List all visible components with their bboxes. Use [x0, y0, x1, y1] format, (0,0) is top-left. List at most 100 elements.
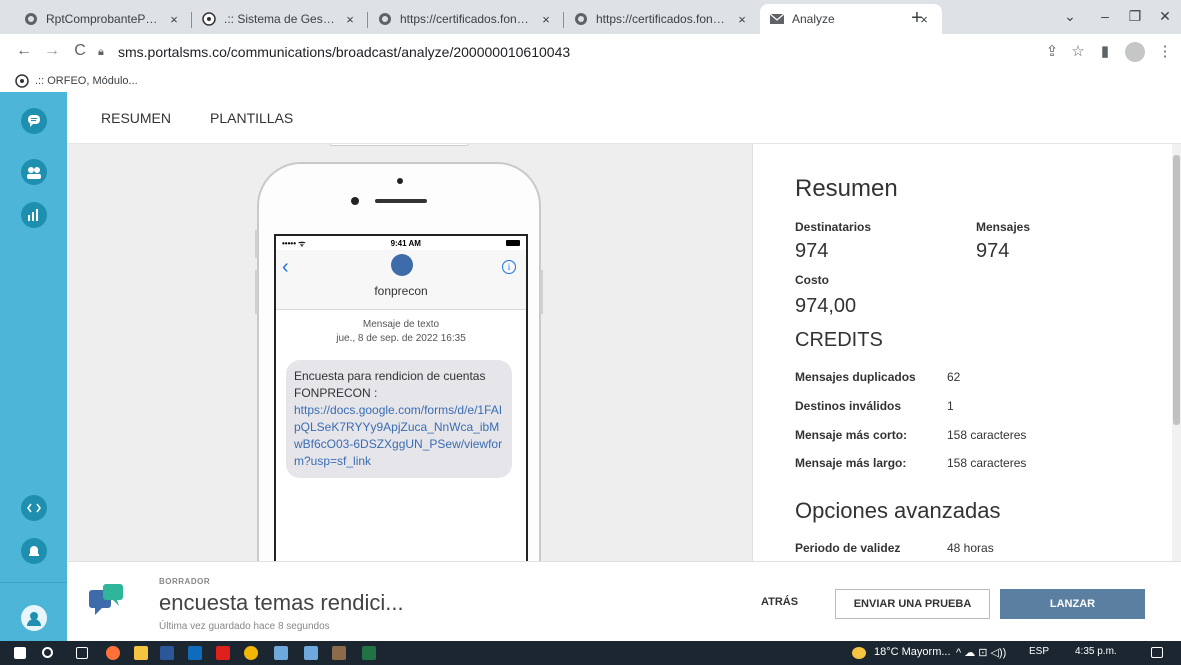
info-icon: i	[502, 260, 516, 274]
reports-chart-icon[interactable]	[21, 202, 47, 228]
launch-button[interactable]: LANZAR	[1000, 589, 1145, 619]
tab-title: .:: Sistema de Gestión Docu	[224, 12, 336, 26]
validity-value: 48 horas	[947, 541, 994, 555]
windows-start-icon[interactable]	[14, 647, 26, 659]
user-account-icon[interactable]	[21, 605, 47, 631]
validity-label: Periodo de validez	[795, 541, 901, 555]
weather-icon	[852, 647, 866, 659]
sidebar-divider	[0, 582, 67, 583]
tab-search-icon[interactable]: ⌄	[1055, 6, 1085, 26]
weather-text[interactable]: 18°C Mayorm...	[874, 646, 951, 658]
phone-button	[255, 230, 258, 258]
bookmarks-bar: .:: ORFEO, Módulo...	[0, 70, 1181, 92]
tab-plantillas[interactable]: PLANTILLAS	[210, 110, 293, 126]
orfeo-icon	[202, 12, 216, 26]
side-panel-icon[interactable]: ▮	[1095, 42, 1115, 60]
firefox-icon[interactable]	[106, 646, 120, 660]
phone-time: 9:41 AM	[390, 238, 421, 248]
invalid-label: Destinos inválidos	[795, 399, 902, 413]
language-indicator[interactable]: ESP	[1029, 646, 1049, 657]
messages-label: Mensajes	[976, 220, 1031, 234]
messages-icon[interactable]	[21, 108, 47, 134]
bookmark-orfeo[interactable]: .:: ORFEO, Módulo...	[35, 75, 138, 87]
signal-indicator: ••••• ᯤ	[282, 238, 306, 248]
search-icon[interactable]	[42, 647, 53, 658]
chrome-icon[interactable]	[244, 646, 258, 660]
app-icon[interactable]	[274, 646, 288, 660]
minimize-button[interactable]: –	[1090, 6, 1120, 26]
contacts-icon[interactable]	[21, 159, 47, 185]
reload-icon[interactable]: C	[70, 42, 90, 60]
close-tab-icon[interactable]: ×	[342, 12, 358, 27]
browser-tab-strip: RptComprobantePago × .:: Sistema de Gest…	[0, 0, 1181, 34]
close-tab-icon[interactable]: ×	[166, 12, 182, 27]
back-arrow-icon[interactable]: ←	[14, 42, 34, 60]
file-explorer-icon[interactable]	[134, 646, 148, 660]
duplicates-label: Mensajes duplicados	[795, 370, 916, 384]
globe-icon	[24, 12, 38, 26]
phone-camera	[351, 197, 359, 205]
phone-speaker	[375, 199, 427, 203]
new-tab-button[interactable]: +	[904, 6, 930, 32]
globe-icon	[378, 12, 392, 26]
system-tray-icons[interactable]: ^ ☁ ⊡ ◁))	[956, 646, 1006, 659]
advanced-options-title: Opciones avanzadas	[795, 498, 1001, 523]
notification-center-icon[interactable]	[1151, 647, 1163, 658]
draft-status-label: BORRADOR	[159, 577, 211, 586]
share-icon[interactable]: ⇪	[1042, 42, 1062, 60]
notifications-bell-icon[interactable]	[21, 538, 47, 564]
outlook-icon[interactable]	[188, 646, 202, 660]
browser-tab-2[interactable]: .:: Sistema de Gestión Docu ×	[192, 4, 368, 34]
tab-title: https://certificados.fonprec	[596, 12, 728, 26]
bookmark-star-icon[interactable]: ☆	[1068, 42, 1088, 60]
shortest-value: 158 caracteres	[947, 428, 1027, 442]
app-icon[interactable]	[304, 646, 318, 660]
app-icon[interactable]	[332, 646, 346, 660]
shortest-label: Mensaje más corto:	[795, 428, 908, 442]
url-text: sms.portalsms.co/communications/broadcas…	[118, 44, 571, 60]
message-date: jue., 8 de sep. de 2022 16:35	[336, 333, 466, 344]
clock[interactable]: 4:35 p.m.	[1075, 646, 1117, 657]
code-icon[interactable]	[21, 495, 47, 521]
close-window-button[interactable]: ✕	[1150, 6, 1180, 26]
back-button[interactable]: ATRÁS	[761, 596, 798, 608]
app-sidebar	[0, 92, 67, 641]
sender-name: fonprecon	[374, 284, 428, 298]
close-tab-icon[interactable]: ×	[734, 12, 750, 27]
tab-resumen[interactable]: RESUMEN	[101, 110, 171, 126]
phone-status-bar: ••••• ᯤ 9:41 AM	[276, 236, 526, 250]
browser-tab-3[interactable]: https://certificados.fonprec ×	[368, 4, 564, 34]
campaign-action-bar: BORRADOR encuesta temas rendici... Últim…	[67, 561, 1181, 641]
maximize-button[interactable]: ❐	[1120, 6, 1150, 26]
envelope-icon	[770, 12, 784, 26]
lock-icon: 🔒︎	[98, 45, 104, 58]
campaign-chat-icon	[89, 584, 123, 616]
messages-value: 974	[976, 240, 1010, 262]
acrobat-icon[interactable]	[216, 646, 230, 660]
duplicates-value: 62	[947, 370, 961, 384]
menu-icon[interactable]: ⋮	[1155, 42, 1175, 60]
word-icon[interactable]	[160, 646, 174, 660]
close-tab-icon[interactable]: ×	[538, 12, 554, 27]
cost-value: 974,00	[795, 295, 857, 317]
forward-arrow-icon[interactable]: →	[42, 42, 62, 60]
phone-button	[255, 270, 258, 314]
campaign-title[interactable]: encuesta temas rendici...	[159, 590, 404, 616]
send-test-button[interactable]: ENVIAR UNA PRUEBA	[835, 589, 990, 619]
tab-title: RptComprobantePago	[46, 12, 160, 26]
windows-taskbar: 18°C Mayorm... ^ ☁ ⊡ ◁)) ESP 4:35 p.m.	[0, 641, 1181, 665]
browser-tab-4[interactable]: https://certificados.fonprec ×	[564, 4, 760, 34]
phone-screen: ••••• ᯤ 9:41 AM ‹ i fonprecon Mensaje de…	[274, 234, 528, 561]
task-view-icon[interactable]	[76, 647, 88, 659]
scrollbar-thumb[interactable]	[1173, 155, 1180, 425]
invalid-value: 1	[947, 399, 954, 413]
browser-tab-1[interactable]: RptComprobantePago ×	[14, 4, 192, 34]
message-text: Encuesta para rendicion de cuentas FONPR…	[294, 369, 486, 400]
tab-title: Analyze	[792, 12, 835, 26]
excel-icon[interactable]	[362, 646, 376, 660]
conversation-header: ‹ i fonprecon	[276, 250, 526, 310]
address-bar[interactable]: 🔒︎ sms.portalsms.co/communications/broad…	[98, 39, 978, 65]
battery-icon	[505, 240, 520, 246]
globe-icon	[574, 12, 588, 26]
profile-avatar[interactable]	[1125, 42, 1145, 62]
